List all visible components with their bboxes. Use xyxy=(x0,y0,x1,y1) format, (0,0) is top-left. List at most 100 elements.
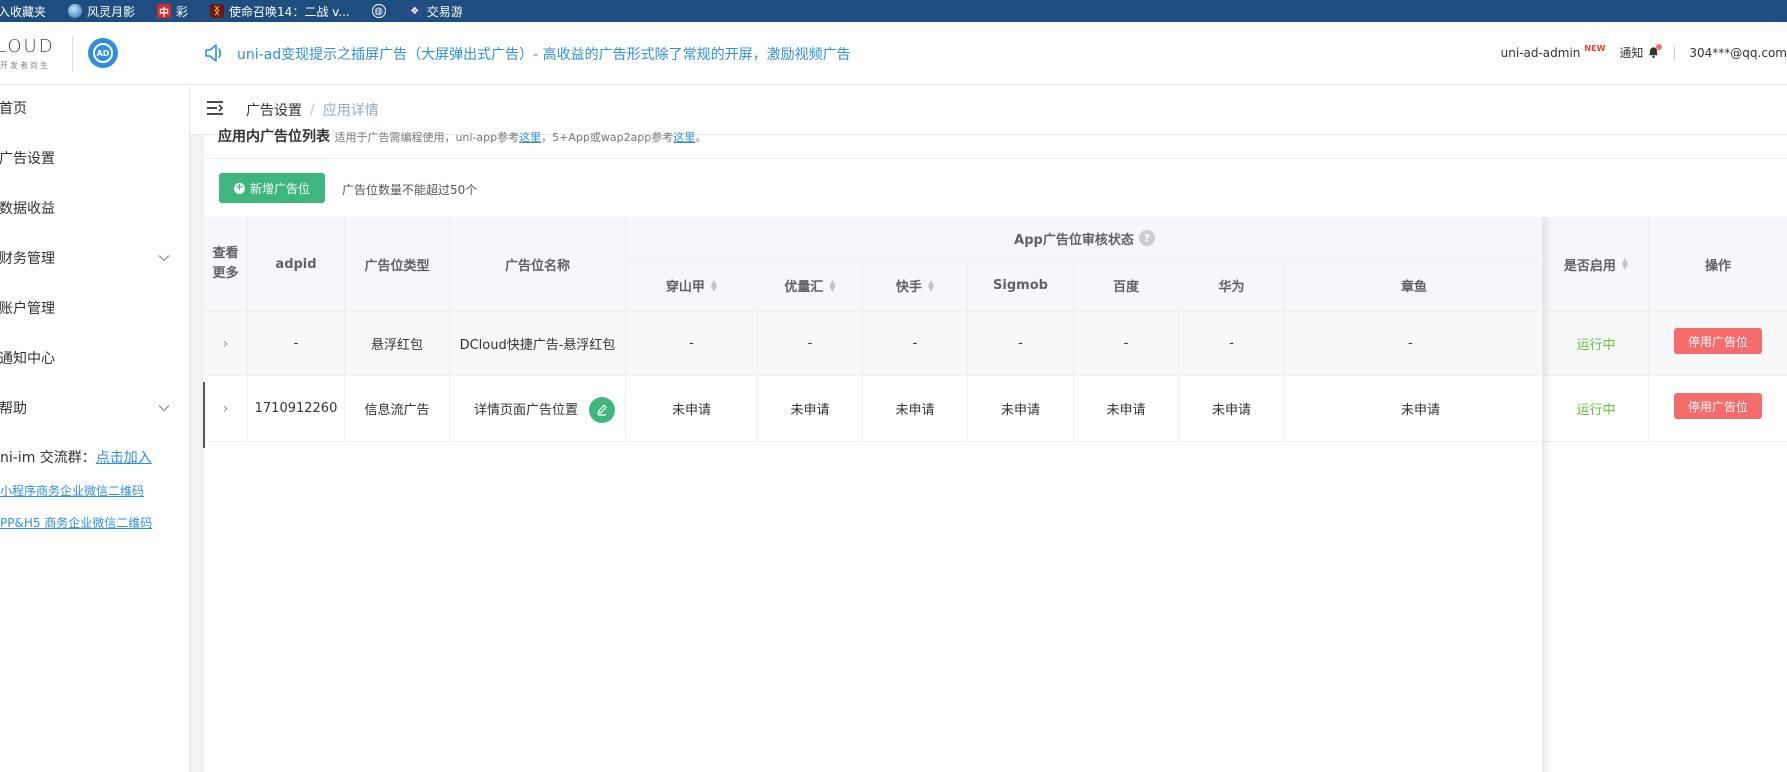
cell-audit-huawei: 未申请 xyxy=(1179,376,1285,442)
bell-icon xyxy=(1647,44,1663,59)
mp-wechat-qrcode-link[interactable]: 小程序商务企业微信二维码 xyxy=(0,482,144,499)
column-header-adpid: adpid xyxy=(248,217,345,312)
sort-icon[interactable]: ▲ ▼ xyxy=(829,278,835,292)
expand-cell[interactable]: › xyxy=(204,376,248,442)
breadcrumb-item[interactable]: 广告设置 xyxy=(246,100,302,120)
cell-audit-zhangyu: 未申请 xyxy=(1285,376,1544,442)
section-desc: 。 xyxy=(695,131,707,144)
notice-marquee[interactable]: uni-ad变现提示之插屏广告（大屏弹出式广告）- 高收益的广告形式除了常规的开… xyxy=(237,44,851,64)
bookmark-label: 交易游 xyxy=(426,4,463,19)
cell-audit-baidu: 未申请 xyxy=(1074,376,1179,442)
column-header-label: App广告位审核状态 xyxy=(1014,232,1134,248)
doc-link-5plus[interactable]: 这里 xyxy=(673,131,695,144)
im-group-label: ni-im 交流群： xyxy=(0,450,96,466)
column-header-label: 快手 xyxy=(895,280,922,295)
user-menu[interactable]: uni-ad-admin NEW xyxy=(1501,44,1606,60)
sidebar-item-label: 广告设置 xyxy=(0,151,55,167)
help-icon[interactable]: ? xyxy=(1138,230,1155,246)
sidebar-item-revenue[interactable]: 数据收益 xyxy=(0,188,190,228)
cell-type: 信息流广告 xyxy=(345,376,450,442)
cell-adpid: 1710912260 xyxy=(248,376,345,442)
column-header-label: 广告位类型 xyxy=(364,258,430,274)
cell-name: DCloud快捷广告-悬浮红包 xyxy=(450,312,626,376)
bookmarks-bar: 入收藏夹 风灵月影 中 彩 ᛝ 使命召唤14：二战 v... ◍ ❖ 交易游 xyxy=(0,0,1787,22)
im-join-link[interactable]: 点击加入 xyxy=(96,450,152,466)
disable-adslot-button[interactable]: 停用广告位 xyxy=(1673,393,1762,419)
bookmark-label: 入收藏夹 xyxy=(0,4,47,19)
unread-dot xyxy=(1656,44,1663,50)
sidebar-item-notifications[interactable]: 通知中心 xyxy=(0,338,190,378)
cell-audit-zhangyu: - xyxy=(1285,312,1544,376)
add-adslot-label: 新增广告位 xyxy=(250,181,311,196)
edit-icon[interactable] xyxy=(589,397,615,423)
globe-outline-icon: ◍ xyxy=(371,4,386,18)
section-title: 应用内广告位列表 xyxy=(218,129,330,145)
column-header-kuaishou[interactable]: 快手 ▲ ▼ xyxy=(863,260,968,312)
cell-audit-sigmob: 未申请 xyxy=(968,376,1074,442)
bookmark-fengling[interactable]: 风灵月影 xyxy=(68,3,135,20)
hamburger-icon[interactable] xyxy=(206,100,224,120)
column-header-name: 广告位名称 xyxy=(450,217,626,312)
section-desc: 适用于广告需编程使用，uni-app参考 xyxy=(334,131,520,144)
bookmark-cai[interactable]: 中 彩 xyxy=(157,3,188,20)
column-header-chuanshanjia[interactable]: 穿山甲 ▲ ▼ xyxy=(626,260,758,312)
sort-icon[interactable]: ▲ ▼ xyxy=(711,278,717,292)
bookmark-favorites[interactable]: 入收藏夹 xyxy=(0,3,46,20)
logo-text: LOUD xyxy=(0,36,55,57)
sidebar-item-label: 帮助 xyxy=(0,401,27,417)
bookmark-jiaoyiyou[interactable]: ❖ 交易游 xyxy=(407,3,463,20)
chevron-right-icon[interactable]: › xyxy=(223,401,229,417)
column-header-enabled[interactable]: 是否启用 ▲ ▼ xyxy=(1544,217,1649,312)
sidebar-item-finance[interactable]: 财务管理 xyxy=(0,238,190,278)
column-header-actions: 操作 xyxy=(1649,217,1787,312)
header-right: uni-ad-admin NEW 通知 304***@qq.com xyxy=(1501,44,1787,61)
column-header-type: 广告位类型 xyxy=(345,217,450,312)
doc-link-uniapp[interactable]: 这里 xyxy=(519,131,541,144)
sidebar-item-ad-settings[interactable]: 广告设置 xyxy=(0,138,190,178)
cell-audit-baidu: - xyxy=(1074,312,1179,376)
bookmark-cod[interactable]: ᛝ 使命召唤14：二战 v... xyxy=(210,3,350,20)
sort-icon[interactable]: ▲ ▼ xyxy=(928,278,934,292)
uni-ad-logo[interactable]: AD xyxy=(88,38,118,68)
app-header: LOUD 开发者尚生 AD uni-ad变现提示之插屏广告（大屏弹出式广告）- … xyxy=(0,22,1787,85)
section-desc: ，5+App或wap2app参考 xyxy=(541,131,674,144)
account-email[interactable]: 304***@qq.com xyxy=(1689,46,1787,60)
disable-adslot-button[interactable]: 停用广告位 xyxy=(1673,328,1762,354)
sort-icon[interactable]: ▲ ▼ xyxy=(1622,257,1628,271)
bookmark-label: 风灵月影 xyxy=(87,4,136,19)
column-header-label: 章鱼 xyxy=(1401,280,1428,295)
column-header-huawei: 华为 xyxy=(1179,260,1285,312)
divider xyxy=(204,158,1787,159)
zhong-icon: 中 xyxy=(157,4,172,19)
column-header-label: 百度 xyxy=(1112,280,1139,295)
app-h5-wechat-qrcode-link[interactable]: PP&H5 商务企业微信二维码 xyxy=(0,514,152,531)
bookmark-label: 彩 xyxy=(176,4,189,19)
cell-type: 悬浮红包 xyxy=(345,312,450,376)
cell-audit-youlianghui: - xyxy=(758,312,863,376)
expand-cell[interactable]: › xyxy=(204,312,248,376)
sidebar-item-help[interactable]: 帮助 xyxy=(0,388,190,428)
column-header-label: 操作 xyxy=(1704,258,1731,274)
cell-audit-youlianghui: 未申请 xyxy=(758,376,863,442)
jiaoyiyou-icon: ❖ xyxy=(407,4,422,18)
sidebar-item-label: 数据收益 xyxy=(0,201,55,217)
column-header-youlianghui[interactable]: 优量汇 ▲ ▼ xyxy=(758,260,863,312)
cell-audit-kuaishou: 未申请 xyxy=(863,376,968,442)
add-adslot-button[interactable]: + 新增广告位 xyxy=(219,173,326,203)
row-indicator xyxy=(203,382,205,448)
column-header-baidu: 百度 xyxy=(1074,260,1179,312)
bookmark-web[interactable]: ◍ xyxy=(371,4,386,18)
cell-audit-sigmob: - xyxy=(968,312,1074,376)
im-group-row: ni-im 交流群：点击加入 xyxy=(0,447,152,467)
header-divider xyxy=(1674,45,1676,60)
notify-label: 通知 xyxy=(1619,46,1644,60)
adslot-name: 详情页面广告位置 xyxy=(474,403,579,418)
notify-button[interactable]: 通知 xyxy=(1619,44,1663,61)
column-header-label: Sigmob xyxy=(993,278,1048,293)
breadcrumb-current: 应用详情 xyxy=(322,103,379,119)
column-header-label: 广告位名称 xyxy=(504,258,570,274)
chevron-right-icon[interactable]: › xyxy=(223,336,229,352)
cell-audit-huawei: - xyxy=(1179,312,1285,376)
sidebar-item-home[interactable]: 首页 xyxy=(0,88,190,128)
sidebar-item-account[interactable]: 账户管理 xyxy=(0,288,190,328)
